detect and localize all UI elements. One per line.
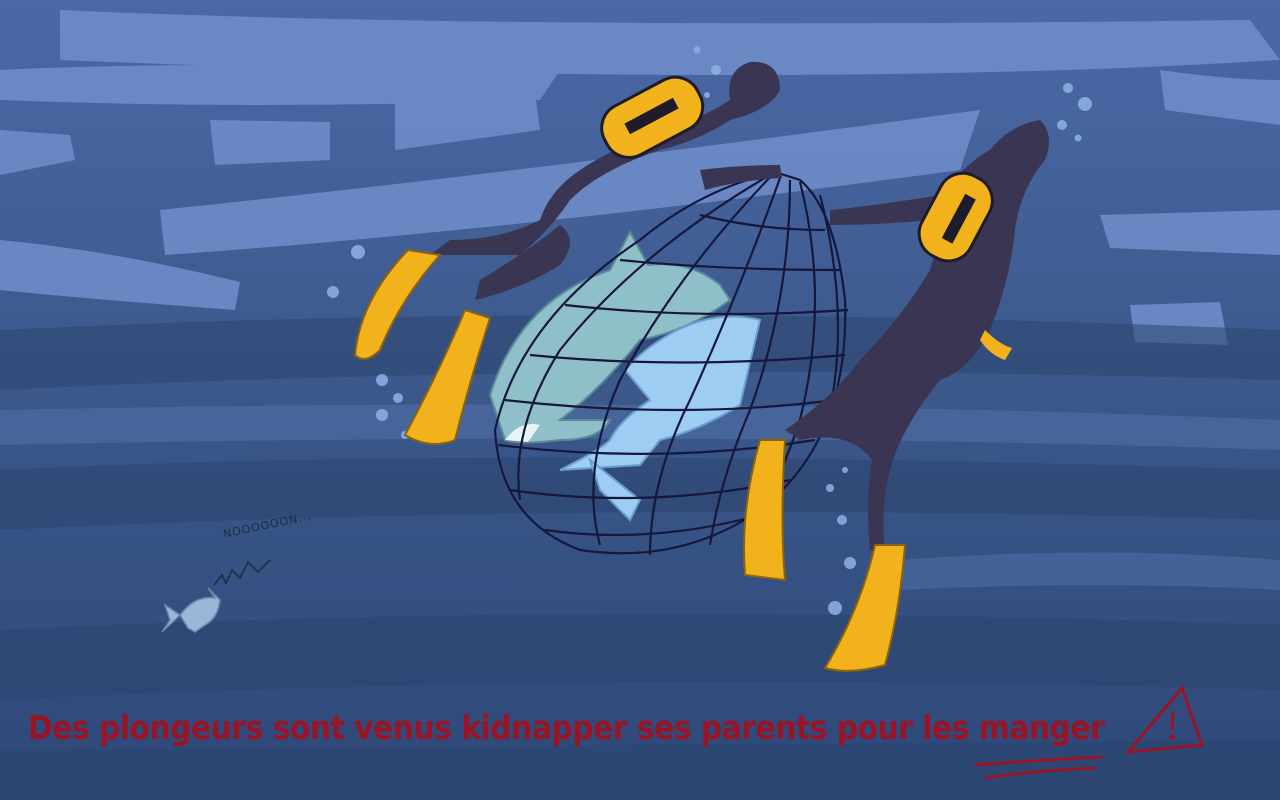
caption-text: Des plongeurs sont venus kidnapper ses p… — [28, 708, 1105, 760]
underwater-scene — [0, 0, 1280, 800]
caption-emphasis: manger — [978, 708, 1105, 747]
caption-main: Des plongeurs sont venus kidnapper ses p… — [28, 708, 979, 747]
